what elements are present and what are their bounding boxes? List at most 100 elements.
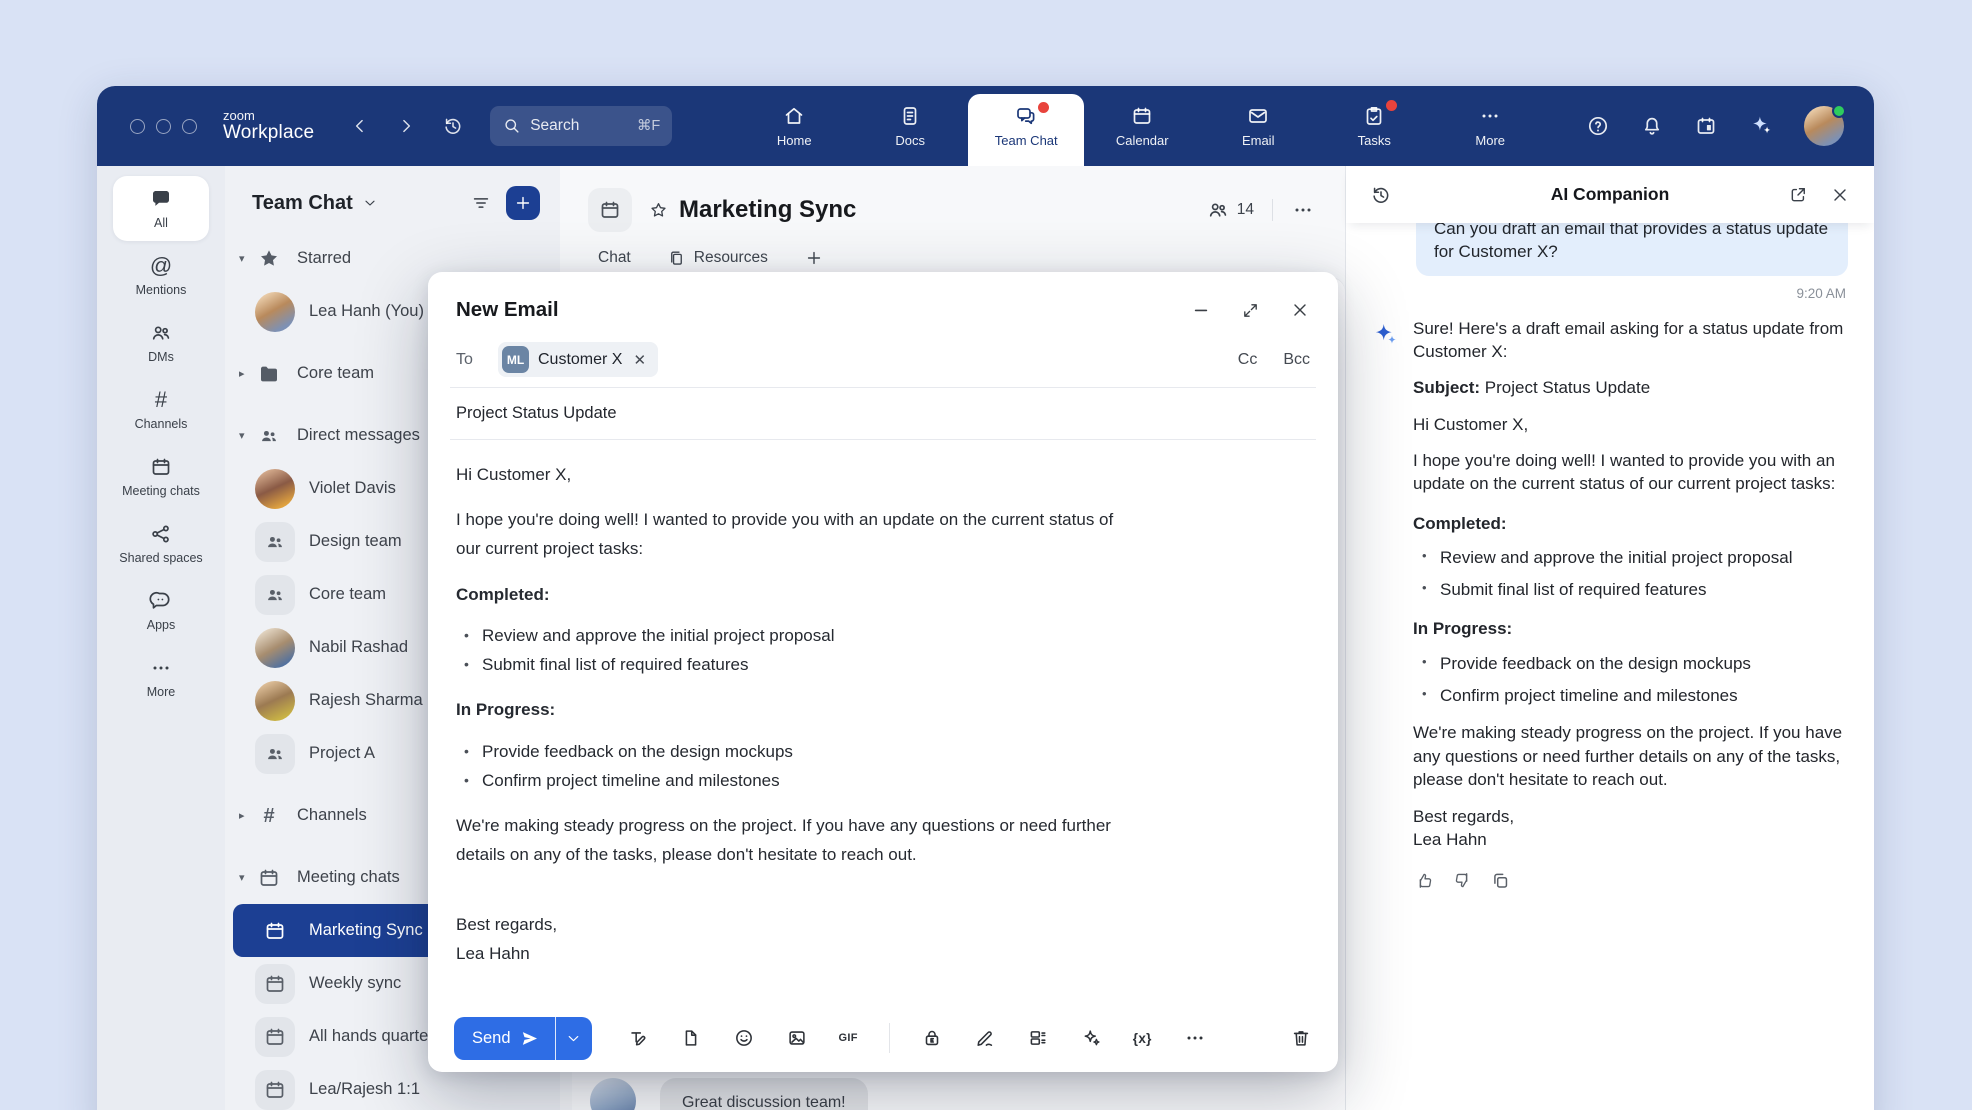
chat-item-label: Project A [309, 744, 375, 763]
ai-compose-icon[interactable] [1080, 1027, 1102, 1049]
more-options-icon[interactable] [1291, 198, 1315, 222]
cc-button[interactable]: Cc [1238, 351, 1258, 369]
sidebar-item-meeting-chats[interactable]: Meeting chats [113, 444, 209, 509]
close-icon[interactable] [1290, 300, 1310, 320]
search-input[interactable]: Search ⌘F [490, 106, 672, 146]
nav-item-email[interactable]: Email [1200, 86, 1316, 166]
sidebar-item-more[interactable]: More [113, 645, 209, 710]
tab-resources[interactable]: Resources [667, 249, 768, 268]
bullet-item: Review and approve the initial project p… [456, 621, 1118, 650]
sidebar-item-dms[interactable]: DMs [113, 310, 209, 375]
open-in-new-icon[interactable] [1788, 185, 1808, 205]
ai-conversation[interactable]: Can you draft an email that provides a s… [1346, 223, 1874, 1110]
window-close-button[interactable] [130, 119, 145, 134]
chat-item-label: Weekly sync [309, 974, 401, 993]
avatar[interactable] [590, 1078, 636, 1110]
insert-image-icon[interactable] [786, 1027, 808, 1049]
nav-item-docs[interactable]: Docs [852, 86, 968, 166]
members-button[interactable]: 14 [1206, 198, 1254, 222]
send-options-dropdown[interactable] [555, 1017, 592, 1060]
subject-field[interactable]: Project Status Update [428, 388, 1338, 439]
history-icon[interactable] [1370, 184, 1392, 206]
caret-down-icon[interactable]: ▾ [233, 252, 255, 265]
gif-icon[interactable]: GIF [839, 1032, 858, 1044]
delete-draft-icon[interactable] [1290, 1027, 1312, 1049]
emoji-icon[interactable] [733, 1027, 755, 1049]
sidebar-item-all[interactable]: All [113, 176, 209, 241]
cal-badge-icon[interactable] [1694, 114, 1718, 138]
copy-icon[interactable] [1490, 870, 1511, 891]
avatar [255, 628, 295, 668]
thumbs-down-icon[interactable] [1452, 870, 1473, 891]
more-options-icon[interactable] [1183, 1026, 1207, 1050]
bullet-item: Provide feedback on the design mockups [456, 737, 1118, 766]
bullet-item: Confirm project timeline and milestones [1413, 684, 1848, 707]
sidebar-item-label: All [154, 216, 168, 231]
sidebar-item-mentions[interactable]: @Mentions [113, 243, 209, 308]
window-zoom-button[interactable] [182, 119, 197, 134]
chat-item-label: Core team [309, 585, 386, 604]
section-heading: Completed: [1413, 512, 1848, 535]
sidebar-item-channels[interactable]: #Channels [113, 377, 209, 442]
window-minimize-button[interactable] [156, 119, 171, 134]
sidebar-item-shared-spaces[interactable]: Shared spaces [113, 511, 209, 576]
paragraph: We're making steady progress on the proj… [1413, 721, 1848, 791]
add-chat-button[interactable] [506, 186, 540, 220]
tab-add-button[interactable] [804, 248, 824, 268]
filter-icon[interactable] [470, 192, 492, 214]
bullet-item: Confirm project timeline and milestones [456, 766, 1118, 795]
chat-item-label: Meeting chats [297, 868, 400, 887]
nav-item-calendar[interactable]: Calendar [1084, 86, 1200, 166]
bell-icon[interactable] [1640, 114, 1664, 138]
chat-list-title[interactable]: Team Chat [252, 192, 353, 215]
attach-file-icon[interactable] [680, 1027, 702, 1049]
message-timestamp: 9:20 AM [1370, 286, 1846, 301]
user-message-bubble: Can you draft an email that provides a s… [1416, 223, 1848, 276]
user-avatar[interactable] [1804, 106, 1844, 146]
paragraph: Hi Customer X, [456, 460, 1118, 489]
ai-response: Sure! Here's a draft email asking for a … [1413, 317, 1848, 891]
template-icon[interactable] [1027, 1027, 1049, 1049]
chevron-down-icon[interactable] [362, 195, 378, 211]
hash-icon: # [255, 806, 283, 826]
nav-item-team-chat[interactable]: Team Chat [968, 94, 1084, 166]
nav-item-home[interactable]: Home [736, 86, 852, 166]
send-button[interactable]: Send [454, 1017, 555, 1060]
sidebar-item-apps[interactable]: Apps [113, 578, 209, 643]
minimize-icon[interactable] [1191, 300, 1211, 320]
logo-line2: Workplace [223, 123, 314, 143]
people-icon [255, 425, 283, 447]
close-icon[interactable] [1830, 185, 1850, 205]
recipient-chip[interactable]: ML Customer X ✕ [498, 342, 658, 377]
expand-icon[interactable] [1241, 301, 1260, 320]
bcc-button[interactable]: Bcc [1283, 351, 1310, 369]
history-icon[interactable] [442, 115, 464, 137]
divider [889, 1023, 890, 1053]
help-icon[interactable] [1586, 114, 1610, 138]
people-icon [255, 734, 295, 774]
paragraph: I hope you're doing well! I wanted to pr… [456, 505, 1118, 563]
text-format-icon[interactable] [627, 1027, 649, 1049]
ai-feedback-actions [1414, 870, 1848, 891]
caret-right-icon[interactable]: ▸ [233, 809, 255, 822]
window-controls[interactable] [130, 119, 197, 134]
bullet-list: Provide feedback on the design mockupsCo… [456, 737, 1118, 795]
variables-icon[interactable]: {x} [1133, 1031, 1152, 1046]
paper-plane-icon [520, 1029, 539, 1048]
signature-icon[interactable] [974, 1027, 996, 1049]
back-icon[interactable] [350, 116, 370, 136]
nav-item-tasks[interactable]: Tasks [1316, 86, 1432, 166]
tab-chat[interactable]: Chat [598, 249, 631, 267]
people-o-icon [149, 321, 173, 345]
forward-icon[interactable] [396, 116, 416, 136]
nav-item-more[interactable]: More [1432, 86, 1548, 166]
star-outline-icon[interactable] [648, 200, 669, 221]
email-body-editor[interactable]: Hi Customer X, I hope you're doing well! … [428, 440, 1146, 968]
sparkle-icon[interactable] [1748, 113, 1774, 139]
thumbs-up-icon[interactable] [1414, 870, 1435, 891]
caret-down-icon[interactable]: ▾ [233, 429, 255, 442]
caret-right-icon[interactable]: ▸ [233, 367, 255, 380]
encrypt-icon[interactable] [921, 1027, 943, 1049]
remove-recipient-icon[interactable]: ✕ [631, 351, 648, 369]
caret-down-icon[interactable]: ▾ [233, 871, 255, 884]
